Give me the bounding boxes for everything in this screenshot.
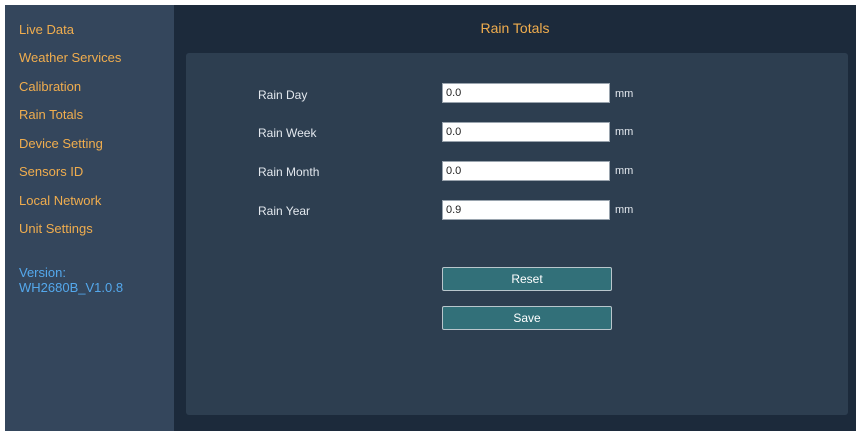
rain-day-input[interactable] — [442, 83, 610, 103]
version-label: Version: — [19, 265, 66, 280]
rain-year-unit: mm — [615, 204, 634, 216]
version-value: WH2680B_V1.0.8 — [19, 280, 124, 295]
rain-day-unit: mm — [615, 88, 634, 100]
sidebar-item-unit-settings[interactable]: Unit Settings — [19, 221, 93, 236]
rain-day-label: Rain Day — [258, 88, 308, 102]
rain-week-unit: mm — [615, 126, 634, 138]
sidebar-item-device-setting[interactable]: Device Setting — [19, 136, 103, 151]
reset-button[interactable]: Reset — [442, 267, 612, 291]
sidebar-item-live-data[interactable]: Live Data — [19, 22, 74, 37]
sidebar-item-rain-totals[interactable]: Rain Totals — [19, 107, 83, 122]
rain-year-input[interactable] — [442, 200, 610, 220]
rain-month-label: Rain Month — [258, 165, 320, 179]
rain-totals-panel: Rain Day mm Rain Week mm Rain Month mm R… — [186, 53, 848, 415]
version-info: Version: WH2680B_V1.0.8 — [19, 265, 123, 295]
rain-week-label: Rain Week — [258, 126, 317, 140]
rain-month-input[interactable] — [442, 161, 610, 181]
page-title: Rain Totals — [480, 20, 550, 36]
sidebar-item-weather-services[interactable]: Weather Services — [19, 50, 121, 65]
rain-year-label: Rain Year — [258, 204, 311, 218]
save-button[interactable]: Save — [442, 306, 612, 330]
app-window: Live Data Weather Services Calibration R… — [5, 5, 856, 431]
sidebar-item-local-network[interactable]: Local Network — [19, 193, 101, 208]
sidebar: Live Data Weather Services Calibration R… — [5, 5, 174, 431]
rain-week-input[interactable] — [442, 122, 610, 142]
sidebar-item-calibration[interactable]: Calibration — [19, 79, 81, 94]
sidebar-item-sensors-id[interactable]: Sensors ID — [19, 164, 83, 179]
rain-month-unit: mm — [615, 165, 634, 177]
